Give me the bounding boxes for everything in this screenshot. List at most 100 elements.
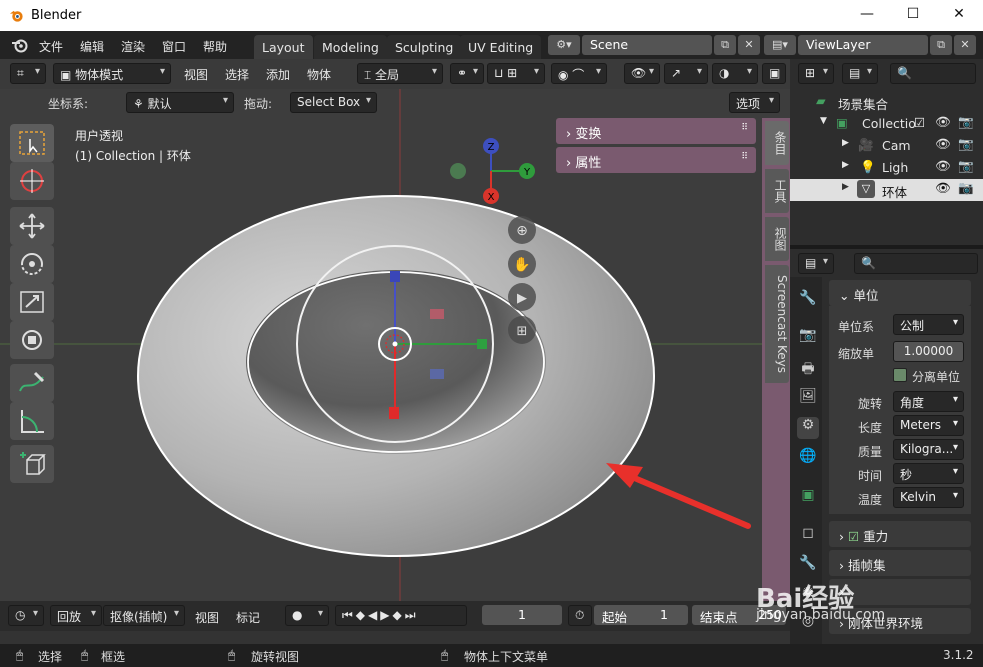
- unit-system-dropdown[interactable]: 公制 ▾: [893, 314, 964, 335]
- unit-scale-field[interactable]: 1.00000: [893, 341, 964, 362]
- delete-scene-icon[interactable]: ✕: [738, 35, 760, 55]
- nav-gizmo-neg-y[interactable]: [450, 163, 466, 179]
- maximize-button[interactable]: ☐: [898, 6, 928, 26]
- menu-add[interactable]: 添加: [266, 66, 290, 83]
- menu-window[interactable]: 窗口: [162, 38, 186, 55]
- preview-range-toggle[interactable]: ⏱: [568, 605, 592, 626]
- view-layer-tab-icon[interactable]: 🖼: [797, 388, 819, 410]
- npanel-tab-screencast-keys[interactable]: Screencast Keys: [765, 265, 789, 383]
- modifier-tab-icon[interactable]: 🔧: [797, 555, 819, 577]
- pivot-dropdown[interactable]: ⚭ ▾: [450, 63, 484, 84]
- units-section-header[interactable]: ⌄ 单位: [829, 280, 971, 306]
- close-button[interactable]: ✕: [944, 6, 974, 26]
- eye-icon[interactable]: 👁: [935, 158, 951, 174]
- viewlayer-selector-icon[interactable]: ▤▾: [764, 35, 796, 55]
- tab-sculpting[interactable]: Sculpting: [387, 35, 462, 59]
- minimize-button[interactable]: —: [852, 6, 882, 26]
- options-dropdown[interactable]: 选项 ▾: [729, 92, 780, 113]
- collection-tab-icon[interactable]: ▣: [797, 487, 819, 509]
- outliner-display-mode[interactable]: ▤ ▾: [842, 63, 878, 84]
- camera-render-icon[interactable]: 📷: [958, 114, 974, 130]
- object-tab-icon[interactable]: ◻: [797, 525, 819, 547]
- drag-dropdown[interactable]: Select Box ▾: [290, 92, 377, 113]
- rotation-dropdown[interactable]: 角度 ▾: [893, 391, 964, 412]
- move-tool[interactable]: [10, 207, 54, 245]
- coord-system-dropdown[interactable]: ⚘ 默认 ▾: [126, 92, 234, 113]
- outliner-item-light[interactable]: ▶ 💡 Ligh 👁 📷: [790, 157, 983, 179]
- camera-render-icon[interactable]: 📷: [958, 136, 974, 152]
- npanel-transform[interactable]: › 变换 ⠿: [556, 118, 756, 144]
- proportional-editing-dropdown[interactable]: ◉ ⌒ ▾: [551, 63, 607, 84]
- timeline-view-menu[interactable]: 视图: [195, 609, 219, 626]
- world-tab-icon[interactable]: 🌐: [797, 448, 819, 470]
- tool-settings-tab-icon[interactable]: 🔧: [797, 290, 819, 312]
- menu-object[interactable]: 物体: [307, 66, 331, 83]
- editor-type-dropdown[interactable]: ⌗ ▾: [10, 63, 46, 84]
- delete-viewlayer-icon[interactable]: ✕: [954, 35, 976, 55]
- outliner-search[interactable]: 🔍: [890, 63, 976, 84]
- gizmo-x-handle[interactable]: [389, 407, 399, 419]
- viewlayer-field[interactable]: ViewLayer: [798, 35, 928, 55]
- eye-icon[interactable]: 👁: [935, 114, 951, 130]
- expand-down-icon[interactable]: ▼: [820, 116, 827, 126]
- output-tab-icon[interactable]: 🖶: [797, 358, 819, 380]
- camera-render-icon[interactable]: 📷: [958, 180, 974, 196]
- properties-editor-type[interactable]: ▤ ▾: [798, 253, 834, 274]
- playback-controls[interactable]: ⏮◆◀▶◆⏭: [335, 605, 467, 626]
- overlay-dropdown[interactable]: ◑ ▾: [712, 63, 758, 84]
- gravity-section-header[interactable]: › ☑ 重力: [829, 521, 971, 547]
- keying-sets-section-header[interactable]: › 插帧集: [829, 550, 971, 576]
- mass-dropdown[interactable]: Kilogra... ▾: [893, 439, 964, 460]
- measure-tool[interactable]: [10, 402, 54, 440]
- gizmo-y-handle[interactable]: [477, 339, 487, 349]
- menu-help[interactable]: 帮助: [203, 38, 227, 55]
- auto-keying-toggle[interactable]: ● ▾: [285, 605, 329, 626]
- gravity-checkbox[interactable]: ☑: [848, 529, 863, 544]
- menu-file[interactable]: 文件: [39, 38, 63, 55]
- expand-right-icon[interactable]: ▶: [842, 160, 849, 170]
- tab-uv-editing[interactable]: UV Editing: [460, 35, 542, 59]
- timeline-editor-type[interactable]: ◷ ▾: [8, 605, 44, 626]
- snap-dropdown[interactable]: ⊔ ⊞ ▾: [487, 63, 545, 84]
- keying-dropdown[interactable]: 抠像(插帧) ▾: [103, 605, 185, 626]
- drag-handle-icon[interactable]: ⠿: [741, 152, 748, 162]
- scene-selector-icon[interactable]: ⚙▾: [548, 35, 580, 55]
- outliner-item-torus[interactable]: ▶ ▽ 环体 👁 📷: [790, 179, 983, 201]
- length-dropdown[interactable]: Meters ▾: [893, 415, 964, 436]
- properties-search[interactable]: 🔍: [854, 253, 978, 274]
- menu-render[interactable]: 渲染: [121, 38, 145, 55]
- orientation-dropdown[interactable]: ⌶ 全局 ▾: [357, 63, 443, 84]
- expand-right-icon[interactable]: ▶: [842, 182, 849, 192]
- visibility-dropdown[interactable]: 👁 ▾: [624, 63, 660, 84]
- scene-tab-icon[interactable]: ⚙: [797, 417, 819, 439]
- transform-tool[interactable]: [10, 321, 54, 359]
- start-frame-field[interactable]: 起始 1: [594, 605, 688, 625]
- render-tab-icon[interactable]: 📷: [797, 327, 819, 349]
- menu-edit[interactable]: 编辑: [80, 38, 104, 55]
- separate-units-checkbox[interactable]: [893, 368, 907, 382]
- menu-select[interactable]: 选择: [225, 66, 249, 83]
- blender-menu-icon[interactable]: [11, 37, 29, 53]
- gizmo-z-handle[interactable]: [390, 271, 400, 282]
- tab-modeling[interactable]: Modeling: [314, 35, 387, 59]
- menu-view[interactable]: 视图: [184, 66, 208, 83]
- drag-handle-icon[interactable]: ⠿: [741, 123, 748, 133]
- copy-scene-icon[interactable]: ⧉: [714, 35, 736, 55]
- outliner-editor-type[interactable]: ⊞ ▾: [798, 63, 834, 84]
- tab-layout[interactable]: Layout: [254, 35, 313, 59]
- timeline-markers-menu[interactable]: 标记: [236, 609, 260, 626]
- add-cube-tool[interactable]: [10, 445, 54, 483]
- 3d-viewport[interactable]: Z Y X ⊕ ✋ ▶ ⊞ 坐标系: ⚘ 默认 ▾ 拖动: Select Box ▾…: [0, 89, 790, 601]
- current-frame-field[interactable]: 1: [482, 605, 562, 625]
- outliner-item-collection[interactable]: ▼ ▣ Collectio ☑ 👁 📷: [790, 113, 983, 135]
- time-dropdown[interactable]: 秒 ▾: [893, 463, 964, 484]
- playback-dropdown[interactable]: 回放 ▾: [50, 605, 102, 626]
- eye-icon[interactable]: 👁: [935, 180, 951, 196]
- outliner-item-camera[interactable]: ▶ 🎥 Cam 👁 📷: [790, 135, 983, 157]
- eye-icon[interactable]: 👁: [935, 136, 951, 152]
- scale-tool[interactable]: [10, 283, 54, 321]
- gizmo-plane-yz[interactable]: [430, 369, 444, 379]
- gizmo-plane-xz[interactable]: [430, 309, 444, 319]
- npanel-tab-view[interactable]: 视图: [765, 217, 789, 261]
- checkbox-icon[interactable]: ☑: [914, 115, 925, 130]
